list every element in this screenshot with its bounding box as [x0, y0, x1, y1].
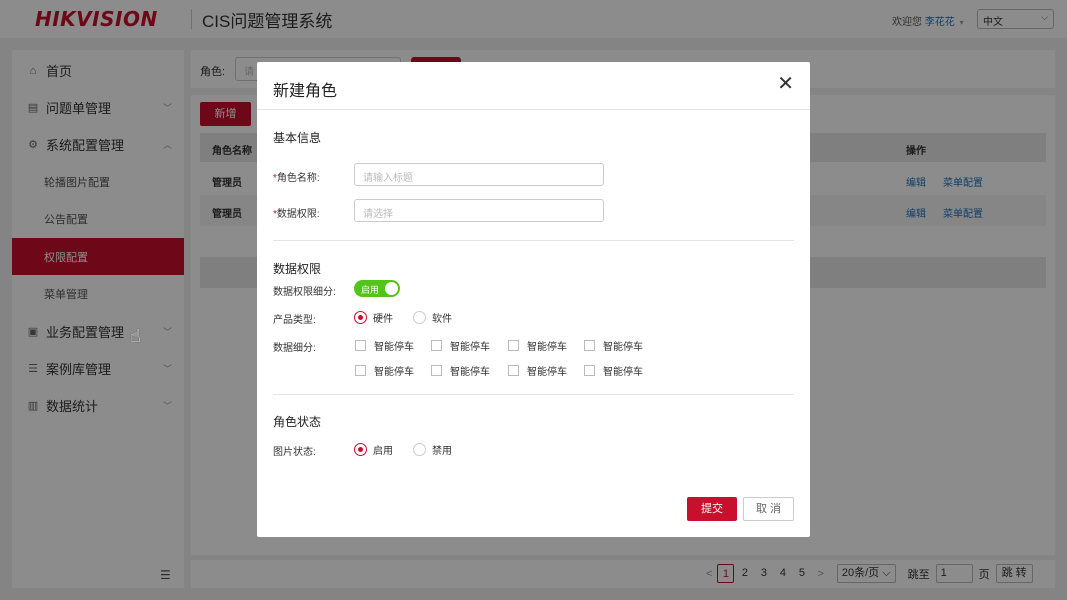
section-title-status: 角色状态 [273, 415, 322, 429]
data-permission-select[interactable]: 请选择 [354, 199, 604, 222]
image-status-radio-enabled[interactable]: 启用 [354, 442, 393, 457]
section-divider [273, 394, 794, 395]
checkbox-box [584, 365, 595, 376]
new-role-dialog: 新建角色 ✕ 基本信息 *角色名称: 请输入标题 *数据权限: 请选择 数据权限… [257, 62, 810, 537]
data-detail-checkbox[interactable]: 智能停车 [355, 338, 414, 353]
product-type-radio-software[interactable]: 软件 [413, 310, 452, 325]
radio-label: 硬件 [373, 314, 393, 325]
data-detail-checkbox[interactable]: 智能停车 [431, 363, 490, 378]
role-name-input[interactable]: 请输入标题 [354, 163, 604, 186]
data-permission-label-text: 数据权限: [276, 209, 320, 220]
role-name-label-text: 角色名称: [276, 173, 320, 184]
hand-cursor-icon: ☝ [130, 326, 141, 346]
close-icon[interactable]: ✕ [777, 74, 794, 94]
section-title-basic: 基本信息 [273, 131, 322, 145]
radio-dot [413, 443, 426, 456]
checkbox-box [508, 340, 519, 351]
checkbox-box [508, 365, 519, 376]
data-permission-label: *数据权限: [273, 205, 320, 220]
checkbox-label: 智能停车 [603, 367, 643, 378]
image-status-label: 图片状态: [273, 447, 316, 458]
radio-dot [354, 311, 367, 324]
checkbox-label: 智能停车 [374, 342, 414, 353]
data-detail-checkbox[interactable]: 智能停车 [584, 363, 643, 378]
data-detail-checkbox[interactable]: 智能停车 [508, 363, 567, 378]
data-detail-label: 数据细分: [273, 343, 316, 354]
radio-label: 软件 [432, 314, 452, 325]
checkbox-box [431, 365, 442, 376]
section-divider [273, 240, 794, 241]
detail-permission-label: 数据权限细分: [273, 287, 336, 298]
checkbox-box [584, 340, 595, 351]
checkbox-label: 智能停车 [603, 342, 643, 353]
toggle-knob [385, 282, 398, 295]
cancel-button[interactable]: 取 消 [743, 497, 794, 521]
checkbox-box [355, 340, 366, 351]
checkbox-box [355, 365, 366, 376]
radio-label: 禁用 [432, 446, 452, 457]
checkbox-label: 智能停车 [450, 367, 490, 378]
image-status-radio-disabled[interactable]: 禁用 [413, 442, 452, 457]
checkbox-label: 智能停车 [527, 342, 567, 353]
submit-button[interactable]: 提交 [687, 497, 737, 521]
data-detail-checkbox[interactable]: 智能停车 [584, 338, 643, 353]
product-type-radio-hardware[interactable]: 硬件 [354, 310, 393, 325]
data-detail-checkbox[interactable]: 智能停车 [508, 338, 567, 353]
checkbox-label: 智能停车 [450, 342, 490, 353]
dialog-header-divider [257, 109, 810, 110]
checkbox-label: 智能停车 [374, 367, 414, 378]
radio-label: 启用 [373, 446, 393, 457]
radio-dot [354, 443, 367, 456]
product-type-label: 产品类型: [273, 315, 316, 326]
checkbox-box [431, 340, 442, 351]
checkbox-label: 智能停车 [527, 367, 567, 378]
data-detail-checkbox[interactable]: 智能停车 [355, 363, 414, 378]
data-detail-checkbox[interactable]: 智能停车 [431, 338, 490, 353]
toggle-text: 启用 [361, 285, 380, 295]
detail-permission-toggle[interactable]: 启用 [354, 280, 400, 297]
radio-dot [413, 311, 426, 324]
dialog-title: 新建角色 [273, 83, 338, 100]
section-title-data: 数据权限 [273, 262, 322, 276]
role-name-label: *角色名称: [273, 169, 320, 184]
